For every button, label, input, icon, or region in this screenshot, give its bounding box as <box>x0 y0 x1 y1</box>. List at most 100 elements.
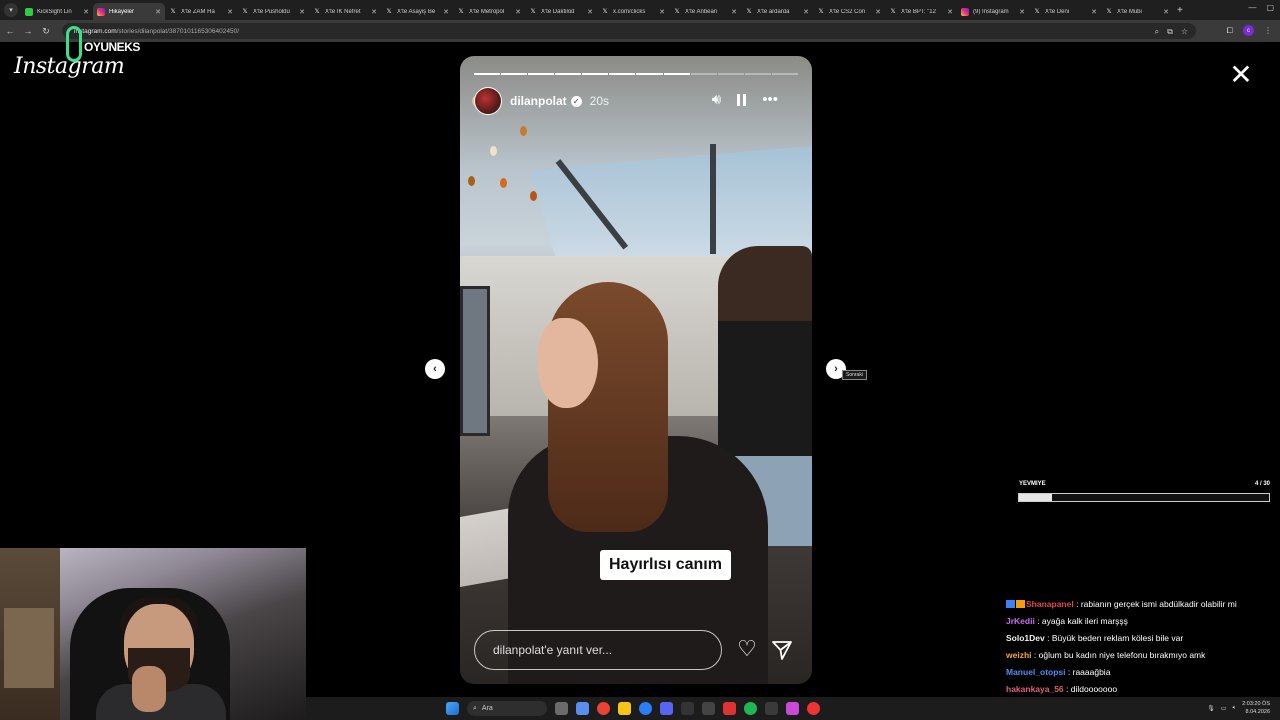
progress-segment <box>582 73 609 75</box>
app-icon[interactable] <box>681 702 694 715</box>
pause-icon[interactable] <box>737 94 747 106</box>
close-tab-icon[interactable]: ✕ <box>1163 8 1169 16</box>
chat-username[interactable]: Manuel_otopsi <box>1006 667 1066 677</box>
story-username[interactable]: dilanpolat <box>510 94 567 108</box>
chat-username[interactable]: weizhi <box>1006 650 1032 660</box>
browser-tab[interactable]: 𝕏 X'te Pusholdu ✕ <box>237 3 309 20</box>
send-icon[interactable] <box>770 638 794 662</box>
clock-date: 8.04.2026 <box>1245 709 1270 715</box>
sound-icon[interactable]: 🔈︎ <box>1233 705 1237 712</box>
browser-tab[interactable]: Hikayeler ✕ <box>93 3 165 20</box>
donation-goal: YEVMIYE 4 / 30 <box>1018 480 1270 502</box>
new-tab-button[interactable]: + <box>1177 5 1183 16</box>
reply-input[interactable]: dilanpolat'e yanıt ver... <box>474 630 722 670</box>
maximize-icon[interactable]: ▢ <box>1266 3 1274 12</box>
previous-story-button[interactable]: ‹ <box>425 359 445 379</box>
window-controls: — ▢ <box>1248 3 1274 12</box>
volume-icon[interactable]: 🔊︎ <box>712 92 721 108</box>
tab-label: X'te Metropol <box>469 8 505 15</box>
browser-tab[interactable]: (9) Instagram ✕ <box>957 3 1029 20</box>
app-icon-6[interactable] <box>807 702 820 715</box>
close-tab-icon[interactable]: ✕ <box>587 8 593 16</box>
goal-count: 4 / 30 <box>1254 481 1270 487</box>
tab-label: X'te BPT: "12 <box>901 8 936 15</box>
chat-username[interactable]: Solo1Dev <box>1006 633 1045 643</box>
tab-label: X'te Daktilod <box>541 8 575 15</box>
forward-icon[interactable]: → <box>20 26 36 36</box>
browser-tab[interactable]: 𝕏 X'te Daktilod ✕ <box>525 3 597 20</box>
browser-tab[interactable]: 𝕏 X'te Deni ✕ <box>1029 3 1101 20</box>
browser-tab[interactable]: 𝕏 X'te İK Nefret ✕ <box>309 3 381 20</box>
browser-tab[interactable]: 𝕏 X'te Mubi ✕ <box>1101 3 1173 20</box>
clock[interactable]: 2:03:20 ÖS 8.04.2026 <box>1242 700 1270 716</box>
x-icon: 𝕏 <box>890 9 896 15</box>
tab-label: X'te ZAM Ha <box>181 8 215 15</box>
taskbar-search-label: Ara <box>481 705 493 712</box>
widgets-icon[interactable] <box>555 702 568 715</box>
url-field[interactable]: instagram.com/stories/dilanpolat/3870101… <box>62 23 1196 39</box>
start-icon[interactable] <box>446 702 459 715</box>
task-view-icon[interactable] <box>576 702 589 715</box>
close-tab-icon[interactable]: ✕ <box>155 8 161 16</box>
story-avatar[interactable] <box>474 87 502 115</box>
cast-icon[interactable]: ⧉ <box>1167 27 1173 37</box>
close-tab-icon[interactable]: ✕ <box>803 8 809 16</box>
browser-tab[interactable]: 𝕏 X'te Asayiş Be ✕ <box>381 3 453 20</box>
chat-username[interactable]: JrKedii <box>1006 616 1035 626</box>
bookmark-star-icon[interactable]: ☆ <box>1181 27 1188 37</box>
edge-icon[interactable] <box>639 702 652 715</box>
chat-username[interactable]: hakankaya_56 <box>1006 684 1064 694</box>
browser-tab[interactable]: 𝕏 X'te BPT: "12 ✕ <box>885 3 957 20</box>
close-story-button[interactable]: ✕ <box>1228 61 1254 89</box>
tab-label: X'te ardarda <box>757 8 790 15</box>
browser-tab[interactable]: 𝕏 X'te Metropol ✕ <box>453 3 525 20</box>
x-icon: 𝕏 <box>818 9 824 15</box>
story-viewer[interactable]: dilanpolat ✓ 20s 🔊︎ ••• Hayırlısı canım … <box>460 56 812 684</box>
profile-avatar[interactable]: c <box>1243 25 1254 36</box>
browser-menu-icon[interactable]: ⋮ <box>1264 26 1272 35</box>
close-tab-icon[interactable]: ✕ <box>83 8 89 16</box>
reload-icon[interactable]: ↻ <box>38 26 54 37</box>
taskbar-search[interactable]: ⌕ Ara <box>467 701 547 716</box>
spotify-icon[interactable] <box>744 702 757 715</box>
chat-username[interactable]: Shanapanel <box>1026 599 1074 609</box>
chrome-icon[interactable] <box>597 702 610 715</box>
close-tab-icon[interactable]: ✕ <box>371 8 377 16</box>
back-icon[interactable]: ← <box>2 26 18 36</box>
close-tab-icon[interactable]: ✕ <box>1091 8 1097 16</box>
close-tab-icon[interactable]: ✕ <box>1019 8 1025 16</box>
file-explorer-icon[interactable] <box>618 702 631 715</box>
mic-icon[interactable]: 🎙︎ <box>1207 705 1215 712</box>
close-tab-icon[interactable]: ✕ <box>443 8 449 16</box>
browser-tab[interactable]: 𝕏 X'te ZAM Ha ✕ <box>165 3 237 20</box>
app-icon-4[interactable] <box>765 702 778 715</box>
network-icon[interactable]: ▭ <box>1221 705 1227 712</box>
chat-text: rabianın gerçek ismi abdülkadir olabilir… <box>1080 599 1237 609</box>
close-tab-icon[interactable]: ✕ <box>227 8 233 16</box>
progress-segment <box>528 73 555 75</box>
app-icon-5[interactable] <box>786 702 799 715</box>
close-tab-icon[interactable]: ✕ <box>731 8 737 16</box>
browser-tab[interactable]: 𝕏 X'te Anbean ✕ <box>669 3 741 20</box>
extensions-icon[interactable]: ⧠ <box>1227 26 1233 36</box>
more-options-icon[interactable]: ••• <box>762 92 778 108</box>
browser-tab[interactable]: 𝕏x.com/clicks ✕ <box>597 3 669 20</box>
clock-time: 2:03:20 ÖS <box>1242 701 1270 707</box>
like-heart-icon[interactable]: ♡ <box>734 636 760 662</box>
close-tab-icon[interactable]: ✕ <box>659 8 665 16</box>
zoom-icon[interactable]: ⌕ <box>1155 27 1159 37</box>
discord-icon[interactable] <box>660 702 673 715</box>
app-icon-3[interactable] <box>723 702 736 715</box>
minimize-icon[interactable]: — <box>1248 3 1256 12</box>
browser-tab[interactable]: 𝕏 X'te CS2 Con ✕ <box>813 3 885 20</box>
close-tab-icon[interactable]: ✕ <box>947 8 953 16</box>
progress-segment <box>474 73 501 75</box>
browser-tab[interactable]: 𝕏 X'te ardarda ✕ <box>741 3 813 20</box>
close-tab-icon[interactable]: ✕ <box>515 8 521 16</box>
tab-search-button[interactable]: ▾ <box>4 3 18 17</box>
close-tab-icon[interactable]: ✕ <box>875 8 881 16</box>
app-icon-2[interactable] <box>702 702 715 715</box>
browser-tab[interactable]: KickSight Lin ✕ <box>21 3 93 20</box>
close-tab-icon[interactable]: ✕ <box>299 8 305 16</box>
stream-watermark: OYUNEKS <box>62 24 142 64</box>
